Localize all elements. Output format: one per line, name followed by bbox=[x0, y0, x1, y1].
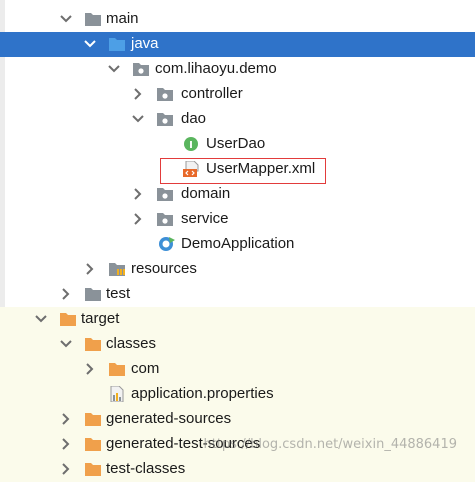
folder-gray-icon bbox=[85, 13, 101, 26]
tree-row-usermapper[interactable]: UserMapper.xml bbox=[0, 157, 475, 182]
folder-blue-icon bbox=[109, 38, 125, 51]
tree-label-controller: controller bbox=[181, 85, 243, 102]
tree-label-package-root: com.lihaoyu.demo bbox=[155, 60, 277, 77]
folder-orange-icon bbox=[85, 338, 101, 351]
tree-label-resources: resources bbox=[131, 260, 197, 277]
tree-row-domain[interactable]: domain bbox=[0, 182, 475, 207]
package-icon bbox=[157, 213, 173, 226]
tree-row-application-properties[interactable]: application.properties bbox=[0, 382, 475, 407]
spring-app-icon bbox=[159, 237, 175, 251]
tree-row-dao[interactable]: dao bbox=[0, 107, 475, 132]
tree-label-generated-sources: generated-sources bbox=[106, 410, 232, 427]
tree-row-com[interactable]: com bbox=[0, 357, 475, 382]
folder-gray-icon bbox=[85, 288, 101, 301]
chevron-down-icon[interactable] bbox=[130, 111, 146, 127]
tree-label-main: main bbox=[106, 10, 139, 27]
tree-label-classes: classes bbox=[106, 335, 157, 352]
properties-file-icon bbox=[110, 386, 124, 402]
chevron-down-icon[interactable] bbox=[58, 336, 74, 352]
tree-label-application-properties: application.properties bbox=[131, 385, 274, 402]
tree-row-controller[interactable]: controller bbox=[0, 82, 475, 107]
tree-row-resources[interactable]: resources bbox=[0, 257, 475, 282]
chevron-down-icon[interactable] bbox=[58, 11, 74, 27]
chevron-down-icon[interactable] bbox=[106, 61, 122, 77]
tree-row-generated-sources[interactable]: generated-sources bbox=[0, 407, 475, 432]
tree-label-usermapper: UserMapper.xml bbox=[206, 160, 316, 177]
project-tree: main java com.lihaoyu.demo controller da… bbox=[0, 0, 475, 482]
tree-label-domain: domain bbox=[181, 185, 231, 202]
tree-row-userdao[interactable]: I UserDao bbox=[0, 132, 475, 157]
folder-orange-icon bbox=[85, 438, 101, 451]
tree-label-test: test bbox=[106, 285, 131, 302]
tree-label-test-classes: test-classes bbox=[106, 460, 186, 477]
xml-file-icon bbox=[183, 161, 199, 177]
tree-label-userdao: UserDao bbox=[206, 135, 266, 152]
package-icon bbox=[157, 113, 173, 126]
chevron-right-icon[interactable] bbox=[58, 411, 74, 427]
tree-row-main[interactable]: main bbox=[0, 7, 475, 32]
folder-orange-icon bbox=[109, 363, 125, 376]
tree-row-target[interactable]: target bbox=[0, 307, 475, 332]
chevron-right-icon[interactable] bbox=[58, 461, 74, 477]
package-icon bbox=[157, 88, 173, 101]
tree-row-service[interactable]: service bbox=[0, 207, 475, 232]
chevron-right-icon[interactable] bbox=[130, 186, 146, 202]
resources-folder-icon bbox=[109, 263, 125, 276]
package-icon bbox=[133, 63, 149, 76]
tree-row-package-root[interactable]: com.lihaoyu.demo bbox=[0, 57, 475, 82]
tree-label-com: com bbox=[131, 360, 160, 377]
chevron-down-icon[interactable] bbox=[82, 36, 98, 52]
svg-text:I: I bbox=[189, 140, 193, 151]
chevron-right-icon[interactable] bbox=[58, 436, 74, 452]
folder-orange-icon bbox=[60, 313, 76, 326]
package-icon bbox=[157, 188, 173, 201]
folder-orange-icon bbox=[85, 463, 101, 476]
interface-icon: I bbox=[184, 137, 198, 151]
chevron-right-icon[interactable] bbox=[130, 211, 146, 227]
chevron-right-icon[interactable] bbox=[58, 286, 74, 302]
tree-label-dao: dao bbox=[181, 110, 207, 127]
chevron-right-icon[interactable] bbox=[82, 361, 98, 377]
tree-row-demoapplication[interactable]: DemoApplication bbox=[0, 232, 475, 257]
tree-row-test-classes[interactable]: test-classes bbox=[0, 457, 475, 482]
tree-row-test[interactable]: test bbox=[0, 282, 475, 307]
tree-row-java[interactable]: java bbox=[0, 32, 475, 57]
chevron-down-icon[interactable] bbox=[33, 311, 49, 327]
tree-label-java: java bbox=[131, 35, 159, 52]
chevron-right-icon[interactable] bbox=[82, 261, 98, 277]
tree-row-classes[interactable]: classes bbox=[0, 332, 475, 357]
tree-label-demoapplication: DemoApplication bbox=[181, 235, 295, 252]
chevron-right-icon[interactable] bbox=[130, 86, 146, 102]
folder-orange-icon bbox=[85, 413, 101, 426]
watermark: https://blog.csdn.net/weixin_44886419 bbox=[203, 437, 457, 452]
tree-label-service: service bbox=[181, 210, 229, 227]
tree-label-target: target bbox=[81, 310, 120, 327]
